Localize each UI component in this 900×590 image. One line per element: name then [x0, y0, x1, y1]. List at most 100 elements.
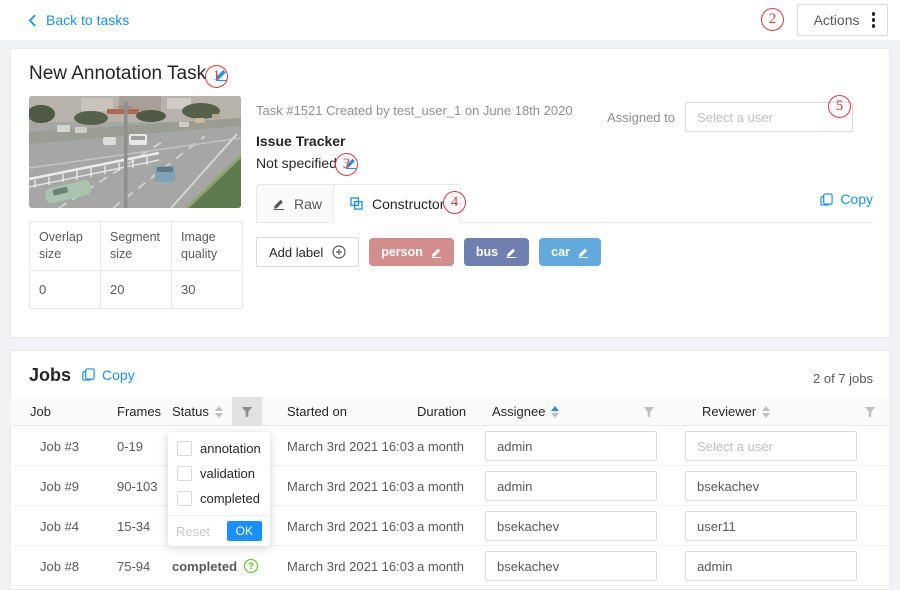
annotation-marker-5: 5	[828, 95, 851, 118]
issue-tracker-label: Issue Tracker	[256, 133, 346, 149]
filter-option-annotation-label: annotation	[200, 441, 261, 456]
table-row-job3: Job #3 0-19 March 3rd 2021 16:03 a month	[12, 426, 888, 466]
filter-icon-reviewer[interactable]	[855, 397, 885, 426]
col-job: Job	[30, 397, 51, 426]
annotation-marker-1: 1	[205, 65, 228, 88]
copy-icon	[820, 193, 833, 206]
filter-ok-button[interactable]: OK	[227, 521, 262, 541]
col-status[interactable]: Status	[172, 397, 223, 426]
col-status-label: Status	[172, 404, 209, 419]
status-filter-dropdown: annotation validation completed Reset OK	[168, 432, 270, 546]
sort-icon-status[interactable]	[215, 406, 223, 418]
label-tag-person-name: person	[381, 245, 423, 259]
task-meta-text: Task #1521 Created by test_user_1 on Jun…	[256, 103, 573, 118]
annotation-marker-4: 4	[443, 191, 466, 214]
col-reviewer-label: Reviewer	[702, 404, 756, 419]
assignee-input[interactable]	[485, 431, 657, 461]
filter-icon-assignee[interactable]	[634, 397, 664, 426]
checkbox-annotation[interactable]	[177, 441, 192, 456]
add-label-text: Add label	[269, 245, 323, 260]
assignee-select[interactable]	[485, 431, 657, 461]
sort-icon-assignee[interactable]	[551, 406, 559, 418]
filter-option-validation[interactable]: validation	[168, 461, 270, 486]
filter-option-annotation[interactable]: annotation	[168, 436, 270, 461]
job-link[interactable]: Job #3	[40, 426, 79, 466]
jobs-copy-button[interactable]: Copy	[82, 367, 135, 383]
checkbox-completed[interactable]	[177, 491, 192, 506]
job-link[interactable]: Job #9	[40, 466, 79, 506]
col-assignee-label: Assignee	[492, 404, 545, 419]
edit-label-car-icon[interactable]	[578, 247, 589, 258]
status-text: completed	[172, 559, 237, 574]
issue-tracker-value: Not specified	[256, 155, 337, 171]
started-cell: March 3rd 2021 16:03	[287, 466, 414, 506]
tab-raw[interactable]: Raw	[256, 184, 339, 223]
back-chevron-icon	[28, 14, 37, 27]
plus-circle-icon	[332, 245, 346, 259]
job-link[interactable]: Job #4	[40, 506, 79, 546]
task-title-row: New Annotation Task	[29, 63, 228, 85]
frames-cell: 75-94	[117, 546, 150, 586]
reviewer-select[interactable]	[685, 431, 857, 461]
filter-option-completed[interactable]: completed	[168, 486, 270, 511]
tab-raw-label: Raw	[294, 196, 322, 212]
duration-cell: a month	[417, 426, 464, 466]
labels-copy-button[interactable]: Copy	[820, 191, 873, 207]
filter-dropdown-footer: Reset OK	[168, 515, 270, 546]
reviewer-select[interactable]	[685, 511, 857, 541]
reviewer-input[interactable]	[685, 551, 857, 581]
edit-label-person-icon[interactable]	[431, 247, 442, 258]
checkbox-validation[interactable]	[177, 466, 192, 481]
sort-icon-reviewer[interactable]	[762, 406, 770, 418]
annotation-marker-3: 3	[335, 153, 358, 176]
table-row-job9: Job #9 90-103 March 3rd 2021 16:03 a mon…	[12, 466, 888, 506]
label-constructor-row: Add label person bus car	[256, 237, 601, 267]
col-reviewer[interactable]: Reviewer	[702, 397, 770, 426]
frames-cell: 90-103	[117, 466, 157, 506]
jobs-count-label: 2 of 7 jobs	[813, 371, 873, 386]
reviewer-input[interactable]	[685, 431, 857, 461]
assignee-select[interactable]	[485, 511, 657, 541]
table-row-job8: Job #8 75-94 completed ? March 3rd 2021 …	[12, 546, 888, 586]
task-title: New Annotation Task	[29, 63, 206, 85]
jobs-card: Jobs Copy 2 of 7 jobs Job Frames Status …	[10, 350, 890, 590]
reviewer-select[interactable]	[685, 551, 857, 581]
param-value-quality: 30	[172, 270, 243, 308]
assignee-input[interactable]	[485, 511, 657, 541]
started-cell: March 3rd 2021 16:03	[287, 426, 414, 466]
jobs-title: Jobs	[29, 365, 71, 386]
add-label-button[interactable]: Add label	[256, 237, 359, 267]
edit-label-bus-icon[interactable]	[506, 247, 517, 258]
actions-button[interactable]: Actions	[797, 4, 888, 36]
reviewer-select[interactable]	[685, 471, 857, 501]
reviewer-input[interactable]	[685, 511, 857, 541]
started-cell: March 3rd 2021 16:03	[287, 546, 414, 586]
frames-cell: 0-19	[117, 426, 143, 466]
job-link[interactable]: Job #8	[40, 546, 79, 586]
started-cell: March 3rd 2021 16:03	[287, 506, 414, 546]
label-tag-bus[interactable]: bus	[464, 238, 529, 266]
col-assignee[interactable]: Assignee	[492, 397, 559, 426]
col-frames: Frames	[117, 397, 161, 426]
label-tag-car[interactable]: car	[539, 238, 601, 266]
back-label: Back to tasks	[46, 12, 129, 28]
assignee-input[interactable]	[485, 471, 657, 501]
assignee-select[interactable]	[485, 551, 657, 581]
labels-tabs-bar: Raw Constructor Copy	[256, 183, 873, 223]
assignee-select[interactable]	[485, 471, 657, 501]
question-circle-icon[interactable]: ?	[244, 559, 258, 573]
assignee-input[interactable]	[485, 551, 657, 581]
more-vertical-icon	[872, 12, 876, 28]
filter-icon-status[interactable]	[232, 397, 262, 426]
actions-label: Actions	[814, 12, 860, 28]
duration-cell: a month	[417, 466, 464, 506]
reviewer-input[interactable]	[685, 471, 857, 501]
back-to-tasks-link[interactable]: Back to tasks	[28, 0, 129, 40]
annotation-marker-2: 2	[761, 8, 784, 31]
duration-cell: a month	[417, 546, 464, 586]
label-tag-person[interactable]: person	[369, 238, 454, 266]
status-cell-completed: completed ?	[172, 546, 258, 586]
filter-reset-button[interactable]: Reset	[176, 524, 210, 539]
task-params-table: Overlap size Segment size Image quality …	[29, 221, 243, 309]
block-icon	[350, 197, 363, 210]
